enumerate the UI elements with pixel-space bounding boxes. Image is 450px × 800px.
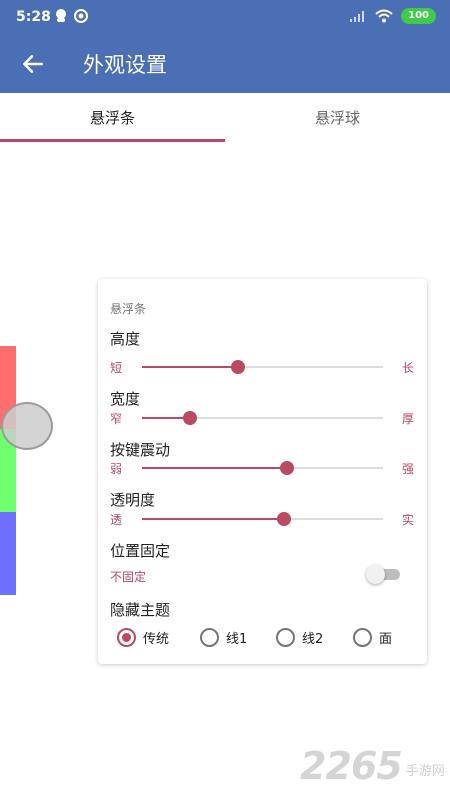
float-bar-preview[interactable] [0,346,16,595]
watermark-number: 2265 [300,744,403,788]
tab-float-ball[interactable]: 悬浮球 [225,93,450,142]
tab-float-bar[interactable]: 悬浮条 [0,93,225,142]
radio-label: 线2 [302,631,324,647]
slider-fill [142,366,239,368]
radio-label: 线1 [226,631,248,647]
notification-icon [56,9,66,22]
vibration-min-label: 弱 [110,462,123,476]
slider-thumb[interactable] [279,461,294,475]
float-bar-segment-blue [0,512,16,595]
radio-surface[interactable]: 面 [353,625,392,649]
position-lock-status: 不固定 [110,570,147,584]
sync-icon [74,9,88,23]
radio-label: 面 [379,631,393,647]
vibration-slider[interactable] [142,460,383,476]
height-slider[interactable] [142,359,383,375]
opacity-min-label: 透 [110,513,123,527]
radio-line2[interactable]: 线2 [276,625,323,649]
battery-icon: 100 [401,8,436,24]
slider-thumb[interactable] [183,411,198,425]
height-min-label: 短 [110,361,123,375]
float-ball-handle[interactable] [1,402,53,450]
radio-line1[interactable]: 线1 [200,625,247,649]
height-label: 高度 [110,330,141,348]
slider-fill [142,467,287,469]
position-lock-toggle[interactable] [366,565,400,584]
card-title: 悬浮条 [110,302,147,316]
back-arrow-icon[interactable] [20,51,46,77]
vibration-max-label: 强 [401,462,414,476]
width-max-label: 厚 [401,412,414,426]
status-bar: 5:28 100 [0,0,450,34]
wifi-icon [375,9,393,23]
slider-thumb[interactable] [277,512,292,526]
page-title: 外观设置 [83,53,167,77]
slider-thumb[interactable] [231,360,246,374]
opacity-slider[interactable] [142,511,383,527]
radio-circle [200,627,219,647]
width-label: 宽度 [110,390,141,408]
watermark-sub: 手游网 [405,763,445,779]
status-time: 5:28 [16,9,51,25]
status-icons: 100 [349,8,436,24]
radio-circle [276,627,295,647]
slider-fill [142,518,285,520]
radio-circle [117,627,136,647]
radio-label: 传统 [143,631,170,647]
app-bar: 外观设置 [0,34,450,93]
toggle-knob [366,565,385,584]
width-slider[interactable] [142,410,383,426]
tab-indicator [0,139,225,142]
width-min-label: 窄 [110,412,123,426]
vibration-label: 按键震动 [110,441,171,459]
radio-circle [353,627,372,647]
hide-theme-label: 隐藏主题 [110,601,171,619]
height-max-label: 长 [401,361,414,375]
watermark-logo: 2265 手游网 [300,744,445,788]
settings-card: 悬浮条 高度 短 长 宽度 窄 厚 按键震动 弱 强 透明度 透 实 位置固定 … [98,279,427,664]
radio-traditional[interactable]: 传统 [117,625,169,649]
tab-bar: 悬浮条 悬浮球 [0,93,450,142]
opacity-max-label: 实 [401,513,414,527]
signal-icon [350,11,365,22]
opacity-label: 透明度 [110,491,156,509]
position-lock-label: 位置固定 [110,542,171,560]
